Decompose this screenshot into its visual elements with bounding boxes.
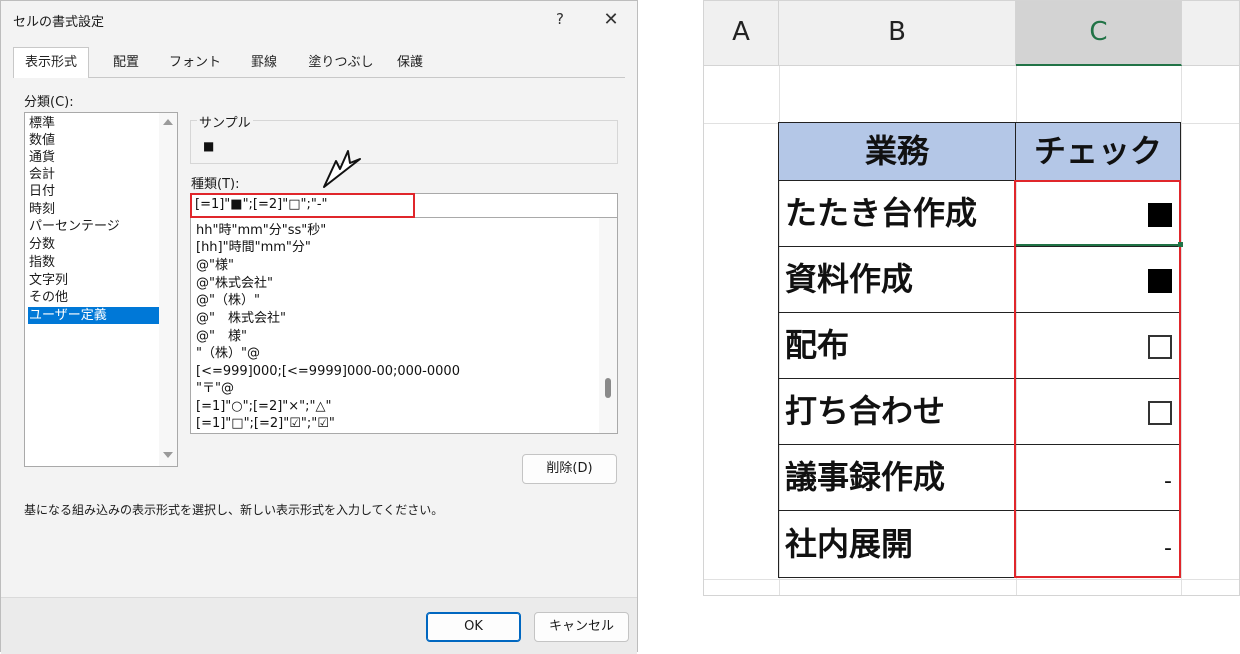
sample-value: ■ (203, 139, 215, 153)
format-item[interactable]: @"（株）" (196, 292, 260, 309)
category-item[interactable]: 指数 (28, 254, 159, 271)
scroll-up-icon[interactable] (163, 119, 173, 125)
category-item[interactable]: パーセンテージ (28, 218, 159, 235)
category-item[interactable]: 日付 (28, 183, 159, 200)
tab-alignment[interactable]: 配置 (93, 49, 159, 77)
format-list[interactable]: hh"時"mm"分"ss"秒" [hh]"時間"mm"分" @"様" @"株式会… (190, 218, 618, 434)
format-item[interactable]: @" 株式会社" (196, 310, 286, 327)
category-label: 分類(C): (24, 95, 74, 110)
format-item[interactable]: [<=999]000;[<=9999]000-00;000-0000 (196, 363, 460, 380)
tab-border[interactable]: 罫線 (231, 49, 297, 77)
format-item[interactable]: @" 様" (196, 328, 247, 345)
format-item[interactable]: "〒"@ (196, 380, 234, 397)
category-item[interactable]: 時刻 (28, 201, 159, 218)
table-header-check[interactable]: チェック (1015, 122, 1181, 181)
format-scroll-thumb[interactable] (605, 378, 611, 398)
delete-button[interactable]: 削除(D) (522, 454, 617, 484)
description-text: 基になる組み込みの表示形式を選択し、新しい表示形式を入力してください。 (24, 503, 444, 517)
category-item[interactable]: その他 (28, 289, 159, 306)
format-item[interactable]: hh"時"mm"分"ss"秒" (196, 222, 326, 239)
task-cell[interactable]: 議事録作成 (778, 444, 1016, 511)
dialog-title: セルの書式設定 (13, 15, 105, 30)
format-item[interactable]: "（株）"@ (196, 345, 260, 362)
tab-font[interactable]: フォント (163, 49, 227, 77)
highlight-box-format (190, 193, 415, 218)
format-cells-dialog: セルの書式設定 ? ✕ 表示形式 配置 フォント 罫線 塗りつぶし 保護 分類(… (0, 0, 638, 654)
cancel-button[interactable]: キャンセル (534, 612, 629, 642)
category-item[interactable]: 通貨 (28, 149, 159, 166)
category-list[interactable]: 標準 数値 通貨 会計 日付 時刻 パーセンテージ 分数 指数 文字列 その他 … (24, 112, 178, 467)
sample-group (190, 120, 618, 164)
task-cell[interactable]: 資料作成 (778, 246, 1016, 313)
category-scrollbar[interactable] (159, 113, 177, 466)
title-bar: セルの書式設定 ? ✕ (1, 1, 637, 41)
gridline (704, 579, 1239, 580)
scroll-down-icon[interactable] (163, 452, 173, 458)
column-header-c[interactable]: C (1016, 1, 1182, 66)
pointer-arrow-icon (323, 150, 361, 188)
category-item[interactable]: 数値 (28, 132, 159, 149)
format-item[interactable]: [=1]"□";[=2]"☑";"☑" (196, 415, 335, 432)
type-label: 種類(T): (191, 177, 240, 192)
task-cell[interactable]: たたき台作成 (778, 180, 1016, 247)
category-item[interactable]: 文字列 (28, 272, 159, 289)
column-header-b[interactable]: B (779, 1, 1016, 66)
table-header-task[interactable]: 業務 (778, 122, 1016, 181)
tab-number[interactable]: 表示形式 (13, 47, 89, 78)
task-cell[interactable]: 社内展開 (778, 510, 1016, 578)
column-header-d[interactable] (1182, 1, 1239, 66)
category-item[interactable]: 標準 (28, 115, 159, 132)
category-item[interactable]: 会計 (28, 166, 159, 183)
help-button[interactable]: ? (549, 10, 571, 32)
fill-handle[interactable] (1178, 242, 1183, 247)
format-item[interactable]: @"株式会社" (196, 275, 273, 292)
tab-fill[interactable]: 塗りつぶし (301, 49, 381, 77)
sample-label: サンプル (197, 112, 253, 131)
category-item[interactable]: 分数 (28, 236, 159, 253)
ok-button[interactable]: OK (426, 612, 521, 642)
close-button[interactable]: ✕ (599, 9, 623, 33)
format-scrollbar[interactable] (599, 218, 617, 433)
format-item[interactable]: [=1]"○";[=2]"×";"△" (196, 398, 331, 415)
format-item[interactable]: [hh]"時間"mm"分" (196, 239, 311, 256)
category-item-selected[interactable]: ユーザー定義 (28, 307, 159, 324)
tab-protection[interactable]: 保護 (385, 49, 435, 77)
format-item[interactable]: @"様" (196, 257, 234, 274)
highlight-box-check-column (1014, 180, 1181, 578)
column-header-a[interactable]: A (704, 1, 779, 66)
cell-selection-border (1016, 244, 1181, 246)
task-cell[interactable]: 打ち合わせ (778, 378, 1016, 445)
gridline (1181, 66, 1182, 595)
task-cell[interactable]: 配布 (778, 312, 1016, 379)
